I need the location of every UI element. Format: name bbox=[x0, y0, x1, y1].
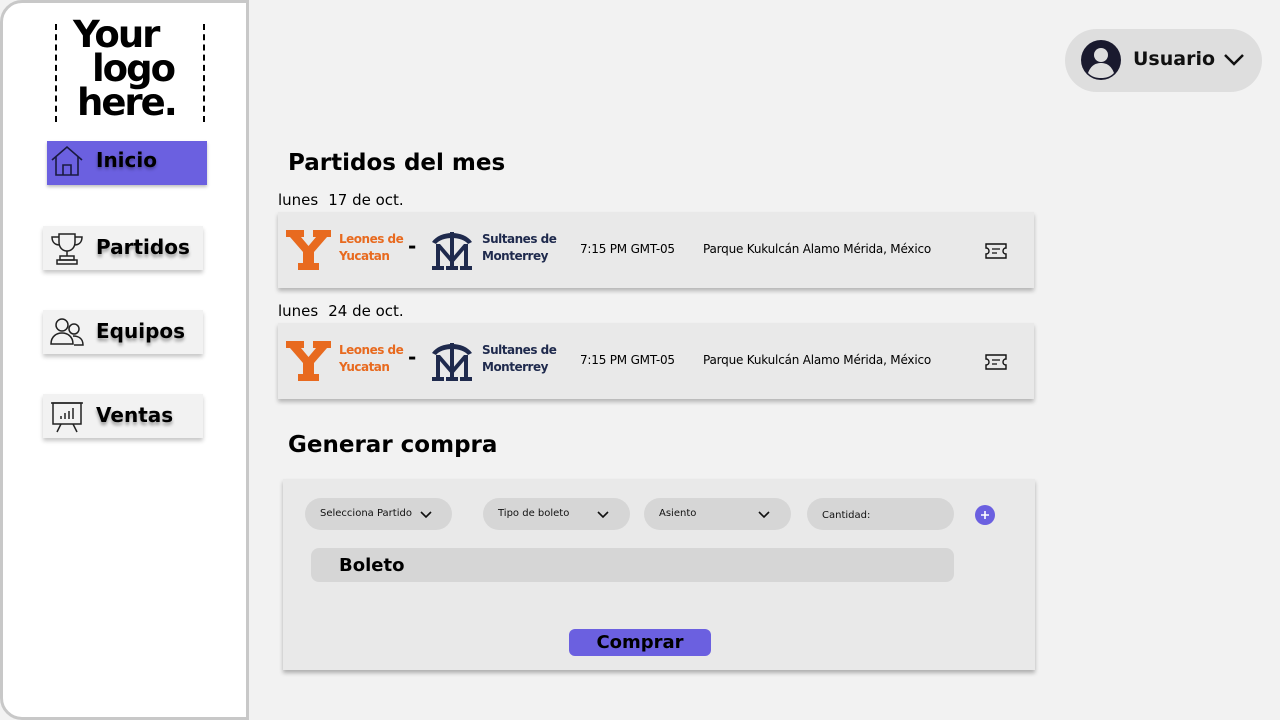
sidebar-item-label: Partidos bbox=[96, 235, 190, 259]
chevron-down-icon bbox=[420, 511, 432, 519]
sultanes-logo-icon bbox=[432, 232, 472, 270]
presentation-chart-icon bbox=[51, 402, 83, 433]
buy-button[interactable]: Comprar bbox=[569, 629, 711, 656]
sidebar: Your logo here. Inicio Partidos Equipos … bbox=[0, 0, 249, 720]
match-venue: Parque Kukulcán Alamo Mérida, México bbox=[703, 353, 932, 367]
match-row[interactable]: Leones de Yucatan - Sultanes de Monterre… bbox=[278, 212, 1034, 288]
match-separator: - bbox=[408, 234, 417, 258]
seat-select-label: Asiento bbox=[659, 508, 697, 519]
home-icon bbox=[51, 145, 83, 176]
user-menu-button[interactable]: Usuario bbox=[1065, 29, 1262, 92]
sidebar-item-label: Equipos bbox=[96, 319, 186, 343]
quantity-field[interactable]: Cantidad: bbox=[807, 498, 954, 530]
team-away-name: Sultanes de Monterrey bbox=[482, 232, 557, 263]
user-name: Usuario bbox=[1133, 48, 1216, 70]
match-venue: Parque Kukulcán Alamo Mérida, México bbox=[703, 242, 932, 256]
sultanes-logo-icon bbox=[432, 343, 472, 381]
chevron-down-icon bbox=[1224, 54, 1244, 66]
team-home-name: Leones de Yucatan bbox=[339, 232, 404, 263]
ticket-summary: Boleto bbox=[311, 548, 954, 582]
purchase-title: Generar compra bbox=[288, 432, 498, 458]
seat-select[interactable]: Asiento bbox=[644, 498, 791, 530]
trophy-icon bbox=[51, 233, 83, 265]
sidebar-item-label: Ventas bbox=[96, 403, 174, 427]
match-time: 7:15 PM GMT-05 bbox=[580, 242, 675, 256]
logo: Your logo here. bbox=[73, 16, 193, 124]
sidebar-item-partidos[interactable]: Partidos bbox=[43, 226, 203, 270]
match-date-value: 17 de oct. bbox=[328, 191, 404, 209]
sidebar-item-equipos[interactable]: Equipos bbox=[43, 310, 203, 354]
match-date: lunes 17 de oct. bbox=[278, 191, 404, 209]
purchase-panel: Selecciona Partido Tipo de boleto Asient… bbox=[283, 479, 1035, 670]
match-date: lunes 24 de oct. bbox=[278, 302, 404, 320]
match-select[interactable]: Selecciona Partido bbox=[305, 498, 452, 530]
users-icon bbox=[50, 318, 84, 346]
leones-logo-icon bbox=[286, 230, 331, 270]
sidebar-item-inicio[interactable]: Inicio bbox=[47, 141, 207, 185]
plus-icon bbox=[981, 511, 989, 519]
add-ticket-button[interactable] bbox=[975, 505, 995, 525]
match-day: lunes bbox=[278, 302, 319, 320]
match-select-label: Selecciona Partido bbox=[320, 508, 412, 519]
ticket-type-select[interactable]: Tipo de boleto bbox=[483, 498, 630, 530]
matches-title: Partidos del mes bbox=[288, 150, 506, 176]
team-home-name: Leones de Yucatan bbox=[339, 343, 404, 374]
match-time: 7:15 PM GMT-05 bbox=[580, 353, 675, 367]
leones-logo-icon bbox=[286, 341, 331, 381]
ticket-icon[interactable] bbox=[984, 242, 1008, 260]
sidebar-item-label: Inicio bbox=[96, 148, 157, 172]
ticket-type-select-label: Tipo de boleto bbox=[498, 508, 570, 519]
chevron-down-icon bbox=[597, 511, 609, 519]
logo-placeholder: Your logo here. bbox=[55, 16, 205, 122]
quantity-label: Cantidad: bbox=[822, 510, 871, 521]
match-date-value: 24 de oct. bbox=[328, 302, 404, 320]
logo-line-3: here. bbox=[77, 81, 178, 124]
ticket-icon[interactable] bbox=[984, 353, 1008, 371]
team-away-name: Sultanes de Monterrey bbox=[482, 343, 557, 374]
chevron-down-icon bbox=[758, 511, 770, 519]
ticket-summary-label: Boleto bbox=[339, 555, 405, 576]
sidebar-item-ventas[interactable]: Ventas bbox=[43, 394, 203, 438]
match-row[interactable]: Leones de Yucatan - Sultanes de Monterre… bbox=[278, 323, 1034, 399]
match-separator: - bbox=[408, 345, 417, 369]
match-day: lunes bbox=[278, 191, 319, 209]
user-avatar-icon bbox=[1081, 40, 1121, 80]
